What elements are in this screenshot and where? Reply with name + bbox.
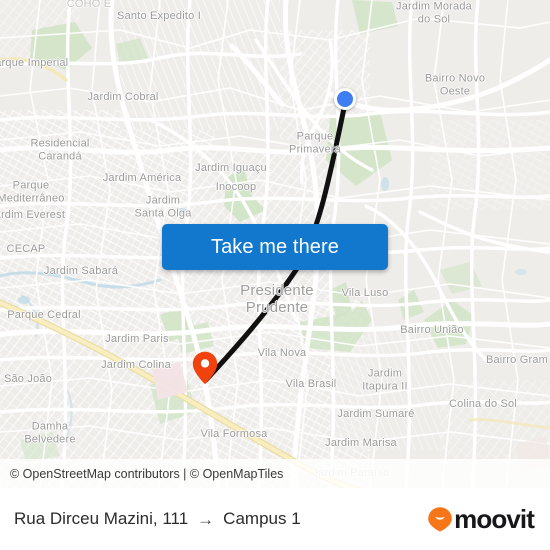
map-canvas[interactable]: COHO E Santo Expedito I Jardim Morada do S…: [0, 0, 550, 488]
destination-marker-icon[interactable]: [334, 88, 356, 110]
moovit-trip-screen: COHO E Santo Expedito I Jardim Morada do S…: [0, 0, 550, 550]
moovit-wordmark: moovit: [454, 504, 535, 534]
trip-destination-label: Campus 1: [223, 509, 301, 528]
pin-shape: [192, 351, 218, 385]
trip-origin-label: Rua Dirceu Mazini, 111: [14, 509, 189, 528]
origin-pin-icon[interactable]: [192, 351, 218, 385]
attribution-text[interactable]: © OpenStreetMap contributors | © OpenMap…: [10, 467, 283, 481]
moovit-pin-icon: [428, 506, 452, 532]
moovit-logo[interactable]: moovit: [427, 504, 535, 534]
map-attribution-bar: © OpenStreetMap contributors | © OpenMap…: [0, 459, 550, 488]
trip-footer: Rua Dirceu Mazini, 111 → Campus 1 moovit: [0, 488, 550, 550]
take-me-there-button[interactable]: Take me there: [162, 224, 388, 270]
trip-summary: Rua Dirceu Mazini, 111 → Campus 1: [14, 509, 427, 529]
arrow-right-icon: →: [197, 509, 215, 529]
